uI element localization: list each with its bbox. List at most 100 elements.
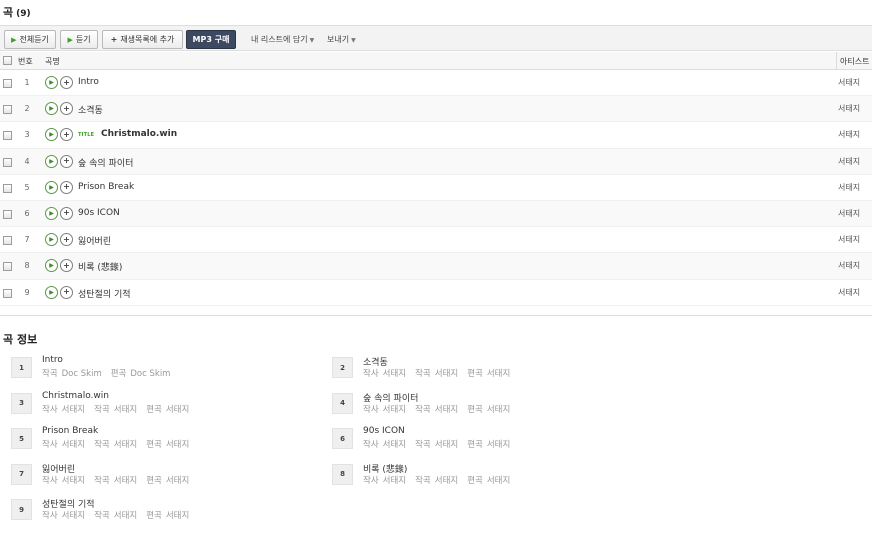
song-info-credits: 작사 서태지 작곡 서태지 편곡 서태지 (363, 438, 519, 450)
credit-role: 작사 (42, 475, 58, 486)
track-artist[interactable]: 서태지 (838, 287, 860, 298)
song-info-name: Prison Break (42, 426, 99, 436)
row-checkbox[interactable] (3, 157, 12, 167)
track-artist[interactable]: 서태지 (838, 182, 860, 193)
track-artist[interactable]: 서태지 (838, 260, 860, 271)
row-checkbox[interactable] (3, 183, 12, 193)
song-info-title: 곡 정보 (3, 333, 38, 346)
track-title[interactable]: 90s ICON (78, 208, 120, 218)
play-button[interactable]: ▶ 듣기 (60, 30, 98, 49)
credit-person[interactable]: 서태지 (487, 440, 510, 450)
play-track-icon[interactable]: ▶ (45, 233, 58, 247)
track-title[interactable]: 비록 (悲錄) (78, 260, 122, 273)
row-checkbox[interactable] (3, 209, 12, 219)
credit-person[interactable]: 서태지 (166, 476, 189, 486)
credit-person[interactable]: Doc Skim (130, 369, 170, 379)
add-track-icon[interactable]: + (60, 206, 73, 220)
track-title[interactable]: 성탄절의 기적 (78, 287, 131, 300)
track-title[interactable]: Intro (78, 77, 99, 87)
play-track-icon[interactable]: ▶ (45, 206, 58, 220)
row-checkbox[interactable] (3, 105, 12, 115)
row-checkbox[interactable] (3, 79, 12, 88)
track-artist[interactable]: 서태지 (838, 208, 860, 219)
credit-person[interactable]: 서태지 (114, 405, 137, 415)
credit-person[interactable]: 서태지 (383, 440, 406, 450)
track-title[interactable]: 잃어버린 (78, 234, 111, 247)
play-all-button[interactable]: ▶ 전체듣기 (4, 30, 56, 49)
credit-person[interactable]: 서태지 (114, 511, 137, 521)
credit-role: 편곡 (146, 404, 162, 415)
row-checkbox[interactable] (3, 288, 12, 298)
play-track-icon[interactable]: ▶ (45, 180, 58, 194)
credit-person[interactable]: 서태지 (435, 369, 458, 379)
add-track-icon[interactable]: + (60, 233, 73, 247)
track-artist[interactable]: 서태지 (838, 129, 860, 140)
credit-person[interactable]: 서태지 (487, 369, 510, 379)
play-track-icon[interactable]: ▶ (45, 76, 58, 89)
track-title[interactable]: Prison Break (78, 182, 134, 192)
add-mylist-dropdown[interactable]: 내 리스트에 담기 ▼ (251, 34, 314, 45)
credit-role: 편곡 (467, 369, 483, 379)
credit-person[interactable]: 서태지 (487, 476, 510, 486)
caret-down-icon: ▼ (309, 37, 315, 44)
table-row[interactable]: 6 ▶ +90s ICON 서태지 (0, 200, 872, 228)
send-dropdown[interactable]: 보내기 ▼ (327, 34, 356, 45)
send-label: 보내기 (327, 35, 350, 44)
add-mylist-label: 내 리스트에 담기 (251, 35, 308, 44)
table-row[interactable]: 8 ▶ + 비록 (悲錄) 서태지 (0, 253, 872, 280)
add-playlist-button[interactable]: + 재생목록에 추가 (102, 30, 183, 49)
credit-person[interactable]: Doc Skim (62, 369, 102, 379)
add-track-icon[interactable]: + (60, 259, 73, 273)
track-title[interactable]: 소격동 (78, 103, 103, 116)
table-row[interactable]: 3 ▶ + TITLE Christmalo.win 서태지 (0, 122, 872, 149)
track-title[interactable]: Christmalo.win (101, 129, 177, 139)
track-artist[interactable]: 서태지 (838, 156, 860, 167)
table-row[interactable]: 2 ▶ + 소격동 서태지 (0, 96, 872, 123)
credit-person[interactable]: 서태지 (114, 440, 137, 450)
add-track-icon[interactable]: + (60, 285, 73, 299)
track-artist[interactable]: 서태지 (838, 103, 860, 114)
play-track-icon[interactable]: ▶ (45, 128, 58, 142)
track-number: 3 (24, 130, 30, 140)
credit-person[interactable]: 서태지 (62, 511, 85, 521)
row-checkbox[interactable] (3, 262, 12, 272)
add-track-icon[interactable]: + (60, 102, 73, 116)
credit-person[interactable]: 서태지 (383, 405, 406, 415)
add-track-icon[interactable]: + (60, 76, 73, 89)
credit-person[interactable]: 서태지 (114, 476, 137, 486)
credit-person[interactable]: 서태지 (62, 405, 85, 415)
add-track-icon[interactable]: + (60, 128, 73, 142)
credit-role: 작곡 (42, 369, 58, 379)
track-artist[interactable]: 서태지 (838, 234, 860, 245)
row-checkbox[interactable] (3, 236, 12, 246)
credit-person[interactable]: 서태지 (383, 369, 406, 379)
credit-person[interactable]: 서태지 (435, 440, 458, 450)
play-track-icon[interactable]: ▶ (45, 154, 58, 168)
credit-person[interactable]: 서태지 (62, 440, 85, 450)
add-track-icon[interactable]: + (60, 180, 73, 194)
table-row[interactable]: 7 ▶ + 잃어버린 서태지 (0, 227, 872, 254)
credit-person[interactable]: 서태지 (166, 511, 189, 521)
songs-count: (9) (16, 9, 31, 19)
credit-person[interactable]: 서태지 (383, 476, 406, 486)
row-checkbox[interactable] (3, 131, 12, 141)
add-track-icon[interactable]: + (60, 154, 73, 168)
credit-person[interactable]: 서태지 (166, 405, 189, 415)
select-all-checkbox[interactable] (3, 56, 12, 65)
credit-person[interactable]: 서태지 (62, 476, 85, 486)
credit-person[interactable]: 서태지 (166, 440, 189, 450)
play-track-icon[interactable]: ▶ (45, 102, 58, 116)
table-row[interactable]: 5 ▶ + Prison Break 서태지 (0, 175, 872, 201)
play-track-icon[interactable]: ▶ (45, 259, 58, 273)
mp3-buy-button[interactable]: MP3 구매 (186, 30, 236, 49)
song-info-credits: 작사 서태지 작곡 서태지 편곡 서태지 (42, 474, 198, 486)
track-artist[interactable]: 서태지 (838, 77, 860, 88)
credit-person[interactable]: 서태지 (487, 405, 510, 415)
table-row[interactable]: 4 ▶ + 숲 속의 파이터 서태지 (0, 148, 872, 175)
track-title[interactable]: 숲 속의 파이터 (78, 156, 133, 169)
play-track-icon[interactable]: ▶ (45, 285, 58, 299)
table-row[interactable]: 1 ▶ + Intro 서태지 (0, 70, 872, 97)
credit-person[interactable]: 서태지 (435, 476, 458, 486)
table-row[interactable]: 9 ▶ + 성탄절의 기적 서태지 (0, 280, 872, 306)
credit-person[interactable]: 서태지 (435, 405, 458, 415)
